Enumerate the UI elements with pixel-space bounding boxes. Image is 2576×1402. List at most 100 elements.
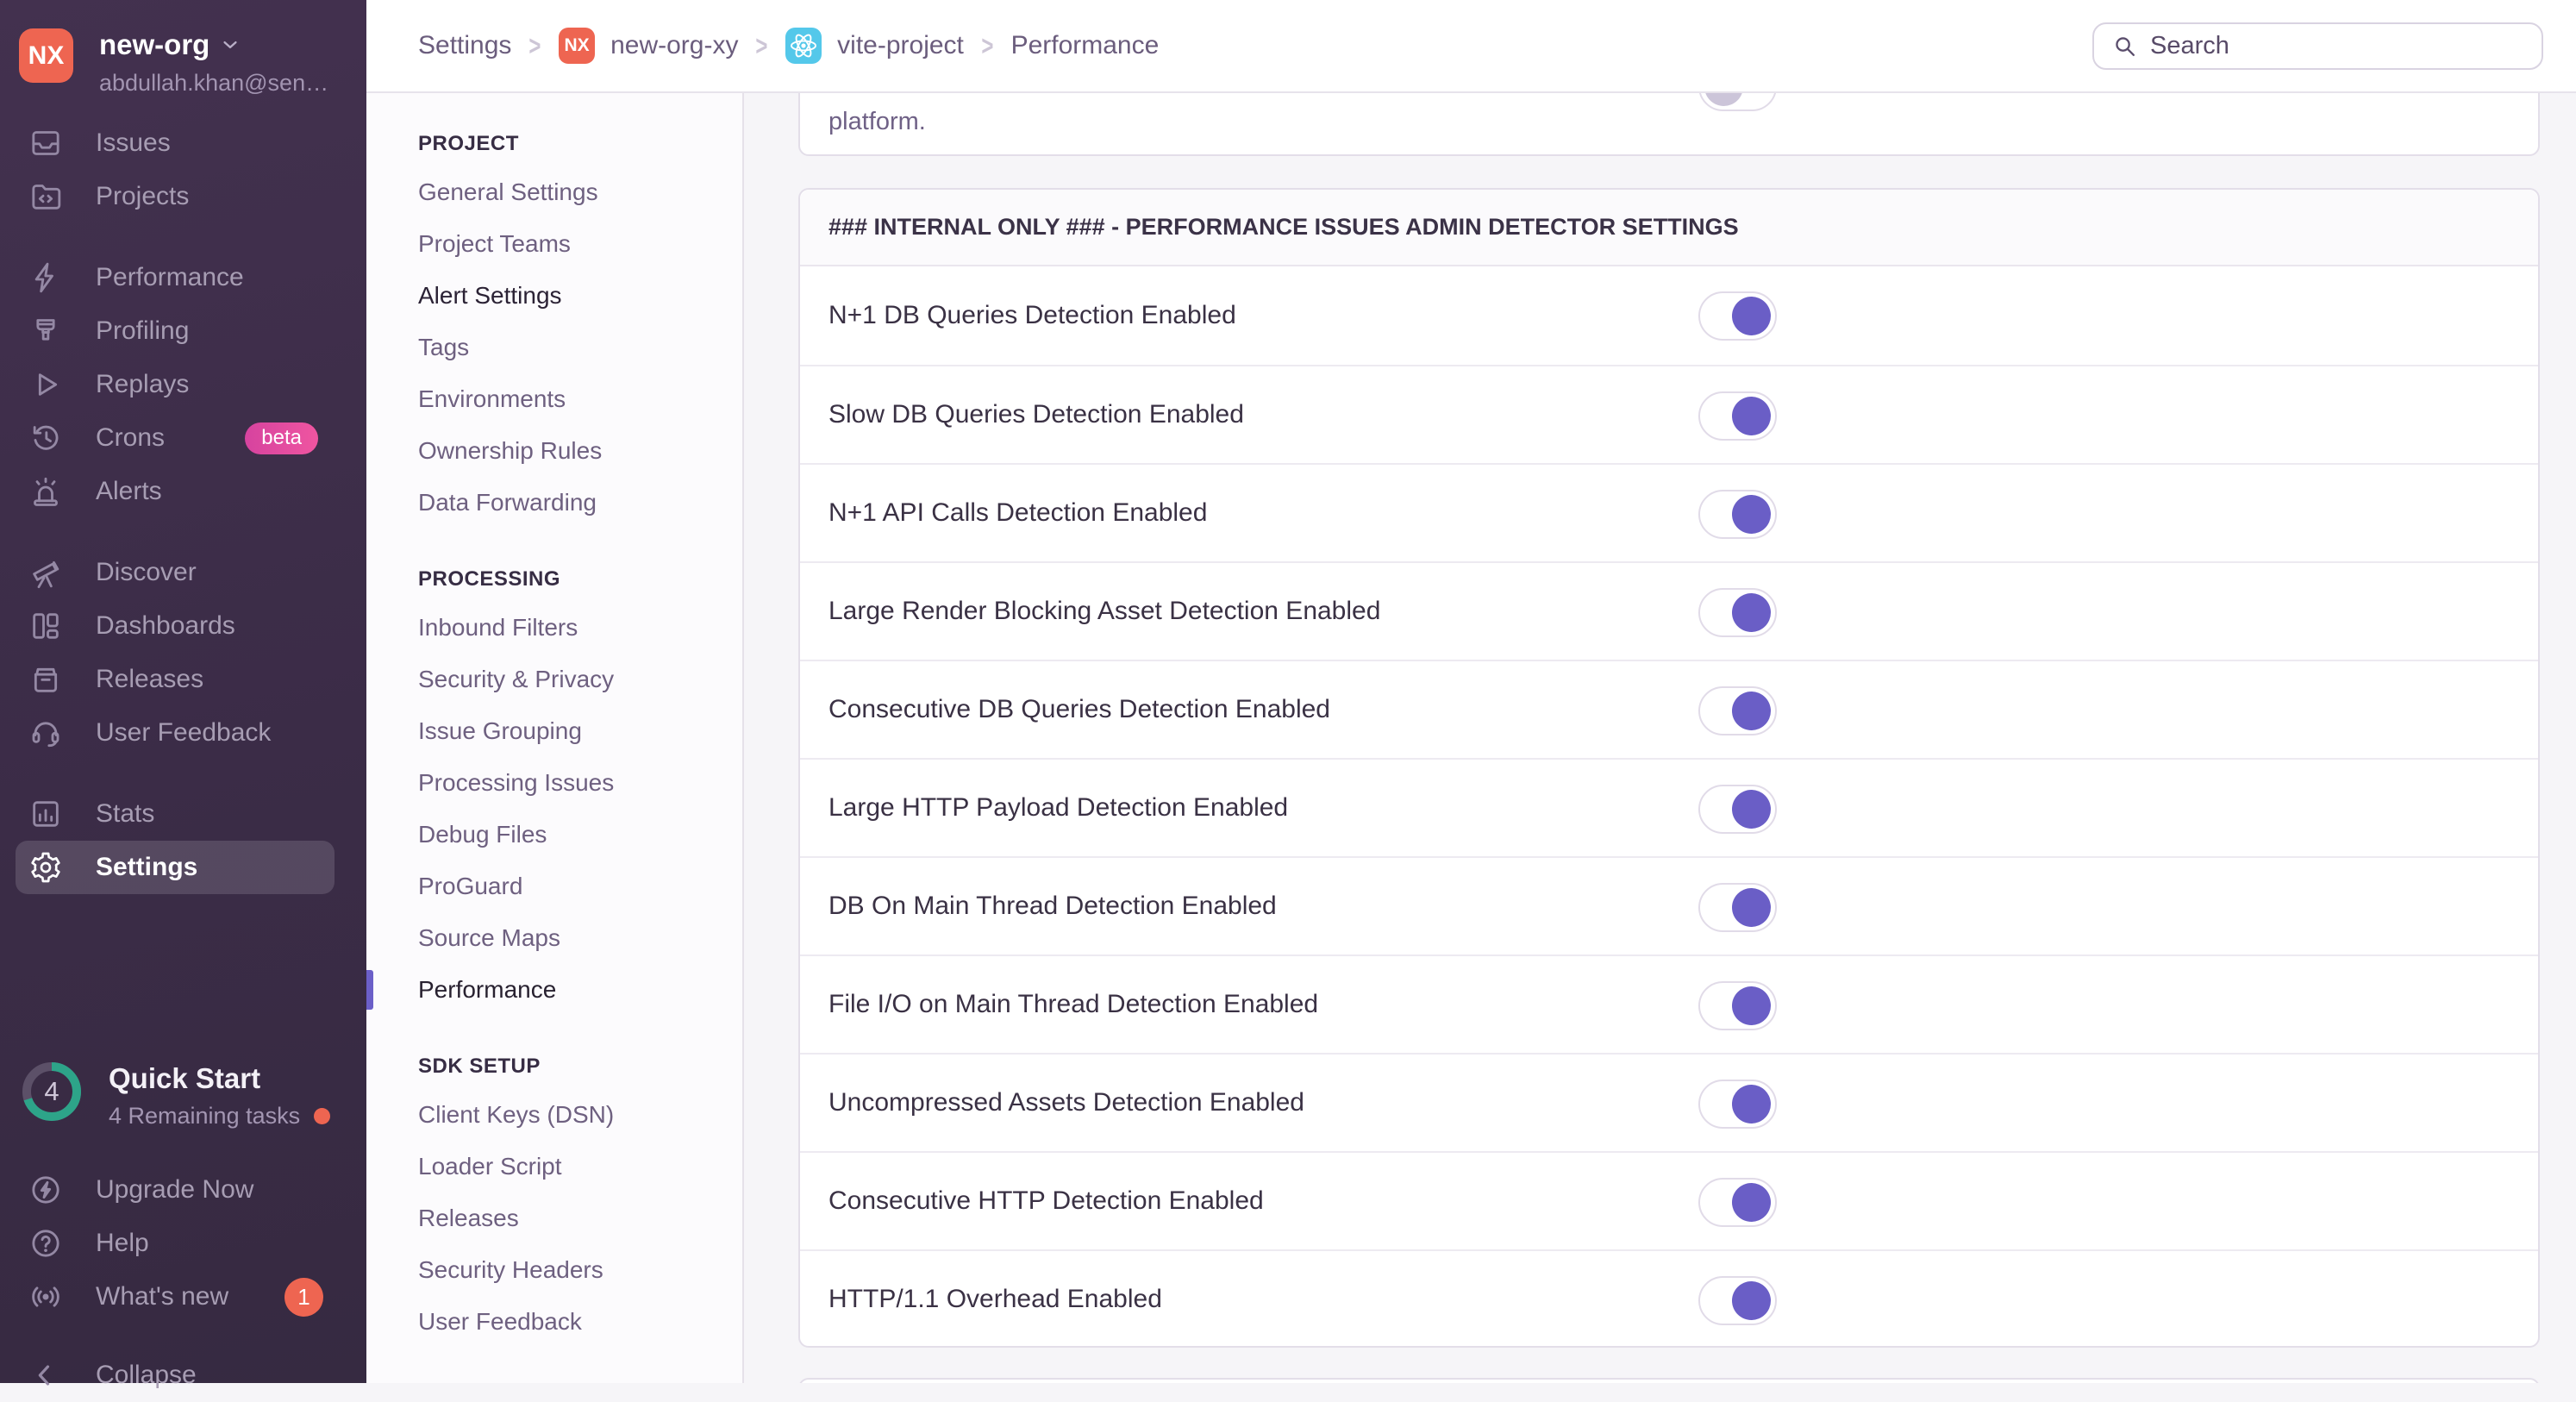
- sidebar-footer-item[interactable]: What's new 1: [0, 1270, 366, 1324]
- search-box[interactable]: [2092, 22, 2543, 70]
- sidebar-item[interactable]: Dashboards: [0, 599, 366, 653]
- org-switcher[interactable]: NX new-org abdullah.khan@sen…: [19, 28, 355, 97]
- settings-nav-item[interactable]: Project Teams: [366, 218, 744, 270]
- sidebar-item[interactable]: Alerts: [0, 465, 366, 518]
- detector-toggle[interactable]: [1698, 883, 1777, 932]
- settings-nav-item[interactable]: Inbound Filters: [366, 602, 744, 654]
- settings-nav-item[interactable]: Issue Grouping: [366, 705, 744, 757]
- partial-card-text: platform.: [828, 108, 926, 135]
- settings-nav-item[interactable]: Client Keys (DSN): [366, 1089, 744, 1141]
- sidebar-footer-item[interactable]: Upgrade Now: [0, 1163, 366, 1217]
- settings-nav-item[interactable]: Data Forwarding: [366, 477, 744, 529]
- sidebar-item[interactable]: User Feedback: [0, 706, 366, 760]
- performance-icon: [28, 260, 63, 295]
- breadcrumb-item[interactable]: Performance: [1011, 31, 1160, 60]
- settings-nav-item-label: Debug Files: [418, 821, 547, 848]
- settings-nav-item[interactable]: Security Headers: [366, 1244, 744, 1296]
- toggle-knob: [1732, 986, 1771, 1025]
- settings-nav-item[interactable]: Security & Privacy: [366, 654, 744, 705]
- detector-toggle[interactable]: [1698, 1080, 1777, 1129]
- issues-icon: [28, 126, 63, 160]
- detector-rows: N+1 DB Queries Detection Enabled Slow DB…: [800, 266, 2538, 1348]
- sidebar-item[interactable]: Profiling: [0, 304, 366, 358]
- settings-nav-item-label: Issue Grouping: [418, 717, 582, 744]
- org-email: abdullah.khan@sen…: [99, 70, 329, 96]
- sidebar-item[interactable]: Issues: [0, 116, 366, 170]
- sidebar-nav: Issues Projects Performance Profiling Re…: [0, 116, 366, 894]
- detector-toggle[interactable]: [1698, 588, 1777, 637]
- sidebar-item[interactable]: Settings: [16, 841, 335, 894]
- settings-nav-item[interactable]: Performance: [366, 964, 744, 1016]
- breadcrumb-badge: NX: [559, 28, 596, 64]
- crons-icon: [28, 421, 63, 455]
- detector-toggle[interactable]: [1698, 490, 1777, 539]
- settings-nav-item[interactable]: Debug Files: [366, 809, 744, 861]
- detector-row-label: HTTP/1.1 Overhead Enabled: [828, 1285, 1162, 1313]
- sidebar-item-label: Dashboards: [96, 611, 235, 640]
- search-input[interactable]: [2150, 32, 2512, 60]
- settings-nav-item[interactable]: ProGuard: [366, 861, 744, 912]
- releases-icon: [28, 662, 63, 697]
- breadcrumb-label: vite-project: [837, 31, 964, 59]
- sidebar-item[interactable]: Crons beta: [0, 411, 366, 465]
- settings-icon: [28, 850, 63, 885]
- projects-icon: [28, 179, 63, 214]
- sidebar-item-label: Profiling: [96, 316, 190, 345]
- partial-toggle[interactable]: [1698, 93, 1777, 111]
- discover-icon: [28, 555, 63, 590]
- settings-nav-item[interactable]: User Feedback: [366, 1296, 744, 1348]
- toggle-knob: [1732, 297, 1771, 335]
- quick-start-title: Quick Start: [109, 1062, 261, 1094]
- sidebar-item[interactable]: Replays: [0, 358, 366, 411]
- settings-nav-item-label: Source Maps: [418, 924, 560, 951]
- collapse-button[interactable]: Collapse: [0, 1349, 366, 1402]
- detector-toggle[interactable]: [1698, 686, 1777, 735]
- sidebar-item[interactable]: Releases: [0, 653, 366, 706]
- chevron-left-icon: [28, 1358, 63, 1393]
- sidebar-item-label: Crons: [96, 423, 166, 452]
- detector-toggle[interactable]: [1698, 1276, 1777, 1325]
- profiling-icon: [28, 314, 63, 348]
- settings-nav-item[interactable]: Source Maps: [366, 912, 744, 964]
- toggle-knob: [1732, 1183, 1771, 1222]
- detector-toggle[interactable]: [1698, 785, 1777, 834]
- next-card-edge: [798, 1378, 2540, 1383]
- main-content: platform. ### INTERNAL ONLY ### - PERFOR…: [746, 93, 2576, 1383]
- quick-start[interactable]: 4 Quick Start 4 Remaining tasks: [19, 1059, 355, 1130]
- sidebar-item[interactable]: Projects: [0, 170, 366, 223]
- settings-nav-item-label: Project Teams: [418, 230, 571, 257]
- detector-toggle[interactable]: [1698, 391, 1777, 441]
- settings-nav-item[interactable]: Tags: [366, 322, 744, 373]
- sidebar-item-label: Performance: [96, 263, 244, 291]
- alerts-icon: [28, 474, 63, 509]
- settings-nav-item-label: Tags: [418, 334, 470, 360]
- sidebar-item-label: User Feedback: [96, 718, 272, 747]
- detector-toggle[interactable]: [1698, 291, 1777, 341]
- chevron-down-icon: [223, 41, 237, 49]
- toggle-knob: [1732, 790, 1771, 829]
- replays-icon: [28, 367, 63, 402]
- settings-nav-item[interactable]: Alert Settings: [366, 270, 744, 322]
- settings-nav-item[interactable]: Releases: [366, 1192, 744, 1244]
- breadcrumb-item[interactable]: NX new-org-xy >: [559, 28, 770, 64]
- sidebar-item[interactable]: Performance: [0, 251, 366, 304]
- sidebar-item[interactable]: Discover: [0, 546, 366, 599]
- detector-toggle[interactable]: [1698, 1178, 1777, 1227]
- sidebar-item[interactable]: Stats: [0, 787, 366, 841]
- settings-nav-heading: PROJECT: [418, 132, 519, 155]
- settings-nav: PROJECT General Settings Project Teams A…: [366, 93, 744, 1383]
- settings-nav-item[interactable]: General Settings: [366, 166, 744, 218]
- settings-nav-item-label: Environments: [418, 385, 566, 412]
- detector-toggle[interactable]: [1698, 981, 1777, 1030]
- detector-row: N+1 API Calls Detection Enabled: [800, 463, 2538, 561]
- settings-nav-item-label: Security & Privacy: [418, 666, 615, 692]
- settings-nav-item[interactable]: Environments: [366, 373, 744, 425]
- toggle-knob: [1732, 1281, 1771, 1320]
- settings-nav-item[interactable]: Ownership Rules: [366, 425, 744, 477]
- settings-nav-item[interactable]: Processing Issues: [366, 757, 744, 809]
- sidebar-footer-item[interactable]: Help: [0, 1217, 366, 1270]
- breadcrumb-item[interactable]: Settings >: [418, 30, 543, 62]
- org-name: new-org: [99, 28, 210, 60]
- breadcrumb-item[interactable]: vite-project >: [785, 28, 995, 64]
- settings-nav-item[interactable]: Loader Script: [366, 1141, 744, 1192]
